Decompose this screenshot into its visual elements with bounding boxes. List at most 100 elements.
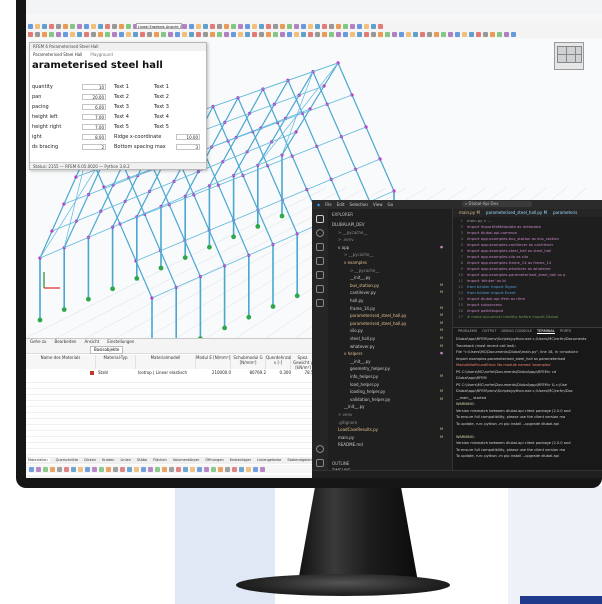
toolbar-button-icon[interactable]	[511, 31, 516, 37]
toolbar-button-icon[interactable]	[238, 31, 243, 37]
tab-parameterised-steel-hall[interactable]: Parameterised Steel Hall	[33, 51, 82, 58]
toolbar-button-icon[interactable]	[120, 466, 125, 472]
toolbar-button-icon[interactable]	[294, 23, 299, 29]
explorer-item[interactable]: v app ●	[338, 244, 443, 251]
toolbar-button-icon[interactable]	[266, 23, 271, 29]
editor-tab[interactable]: parameteris	[553, 210, 577, 215]
toolbar-button-icon[interactable]	[49, 23, 54, 29]
toolbar-button-icon[interactable]	[196, 31, 201, 37]
explorer-item[interactable]: > venv	[338, 411, 352, 418]
table-cell[interactable]: 0.300	[268, 370, 291, 376]
toolbar-button-icon[interactable]	[462, 31, 467, 37]
toolbar-button-icon[interactable]	[63, 31, 68, 37]
toolbar-button-icon[interactable]	[70, 31, 75, 37]
vscode-terminal[interactable]: PROBLEMS OUTPUT DEBUG CONSOLE TERMINAL PORTS…	[453, 327, 602, 471]
explorer-item[interactable]: parameterised_steel_hall.py M	[350, 312, 443, 319]
source-control-icon[interactable]	[316, 243, 324, 251]
table-tab[interactable]: Linien	[120, 458, 131, 462]
toolbar-button-icon[interactable]	[155, 466, 160, 472]
extensions-icon[interactable]	[316, 271, 324, 279]
load-case-dropdown[interactable]: Lineal Ergebnis Ansicht (Graph 1)	[136, 23, 182, 29]
toolbar-button-icon[interactable]	[392, 31, 397, 37]
toolbar-button-icon[interactable]	[329, 31, 334, 37]
explorer-item[interactable]: validation_helper.py M	[350, 396, 443, 403]
table-column-header[interactable]: Querdehnzahl ν [-]	[266, 355, 294, 369]
toolbar-button-icon[interactable]	[161, 31, 166, 37]
explorer-item[interactable]: whatever.py M	[350, 343, 443, 350]
toolbar-button-icon[interactable]	[378, 23, 383, 29]
toolbar-button-icon[interactable]	[357, 31, 362, 37]
table-cell[interactable]: 80769.2	[233, 370, 266, 376]
toolbar-button-icon[interactable]	[246, 466, 251, 472]
toolbar-button-icon[interactable]	[176, 466, 181, 472]
parameter-input[interactable]: 7.00	[82, 124, 106, 130]
table-tab[interactable]: Volumenkörper	[173, 458, 200, 462]
toolbar-button-icon[interactable]	[448, 31, 453, 37]
explorer-item[interactable]: cantilever.py M	[350, 289, 443, 296]
toolbar-button-icon[interactable]	[225, 466, 230, 472]
toolbar-button-icon[interactable]	[183, 466, 188, 472]
toolbar-button-icon[interactable]	[84, 31, 89, 37]
parameter-input[interactable]: 10	[82, 84, 106, 90]
toolbar-button-icon[interactable]	[42, 23, 47, 29]
toolbar-button-icon[interactable]	[308, 31, 313, 37]
table-dropdown[interactable]: Basisobjekte	[90, 346, 124, 354]
explorer-item[interactable]: parameterised_steel_hall.py M	[350, 320, 443, 327]
toolbar-button-icon[interactable]	[336, 31, 341, 37]
terminal-tab[interactable]: TERMINAL	[537, 329, 555, 334]
toolbar-button-icon[interactable]	[322, 31, 327, 37]
explorer-item[interactable]: frame_14.py M	[350, 305, 443, 312]
toolbar-button-icon[interactable]	[91, 23, 96, 29]
terminal-tab[interactable]: PROBLEMS	[458, 329, 477, 333]
explorer-icon[interactable]	[316, 215, 324, 223]
toolbar-button-icon[interactable]	[308, 23, 313, 29]
parameter-input[interactable]: 2	[82, 144, 106, 150]
terminal-tab[interactable]: DEBUG CONSOLE	[501, 329, 532, 333]
toolbar-button-icon[interactable]	[49, 31, 54, 37]
toolbar-button-icon[interactable]	[357, 23, 362, 29]
toolbar-button-icon[interactable]	[127, 466, 132, 472]
toolbar-button-icon[interactable]	[301, 31, 306, 37]
toolbar-button-icon[interactable]	[77, 31, 82, 37]
toolbar-button-icon[interactable]	[211, 466, 216, 472]
explorer-item[interactable]: main.py M	[338, 434, 443, 441]
toolbar-button-icon[interactable]	[252, 23, 257, 29]
toolbar-button-icon[interactable]	[28, 31, 33, 37]
toolbar-button-icon[interactable]	[259, 31, 264, 37]
table-tab[interactable]: Flächen	[153, 458, 167, 462]
toolbar-button-icon[interactable]	[105, 23, 110, 29]
table-cell[interactable]: 210000.0	[198, 370, 231, 376]
toolbar-button-icon[interactable]	[280, 23, 285, 29]
table-column-header[interactable]: Materialmodell	[136, 355, 196, 369]
explorer-item[interactable]: info_helper.py M	[350, 373, 443, 380]
toolbar-button-icon[interactable]	[231, 23, 236, 29]
explorer-item[interactable]: bus_station.py M	[350, 282, 443, 289]
parameter-input[interactable]: 8.00	[82, 134, 106, 140]
account-icon[interactable]	[316, 445, 324, 453]
toolbar-button-icon[interactable]	[189, 23, 194, 29]
toolbar-button-icon[interactable]	[217, 23, 222, 29]
toolbar-button-icon[interactable]	[85, 466, 90, 472]
toolbar-button-icon[interactable]	[98, 31, 103, 37]
explorer-item[interactable]: geometry_helper.py	[350, 365, 390, 372]
toolbar-button-icon[interactable]	[350, 31, 355, 37]
toolbar-button-icon[interactable]	[231, 31, 236, 37]
toolbar-button-icon[interactable]	[287, 23, 292, 29]
toolbar-button-icon[interactable]	[385, 31, 390, 37]
table-column-header[interactable]: Name des Materials	[26, 355, 96, 369]
toolbar-button-icon[interactable]	[36, 466, 41, 472]
editor-tab[interactable]: parameterised_steel_hall.py M	[486, 210, 547, 215]
toolbar-button-icon[interactable]	[260, 466, 265, 472]
vscode-menu-item[interactable]: Edit	[337, 202, 345, 207]
explorer-item[interactable]: .gitignore	[338, 419, 357, 426]
vscode-menu-item[interactable]: View	[373, 202, 383, 207]
table-column-header[interactable]: Schubmodul G [N/mm²]	[231, 355, 266, 369]
toolbar-button-icon[interactable]	[56, 31, 61, 37]
table-tab[interactable]: Liniengelenke	[257, 458, 281, 462]
toolbar-button-icon[interactable]	[490, 31, 495, 37]
toolbar-button-icon[interactable]	[245, 23, 250, 29]
toolbar-button-icon[interactable]	[29, 466, 34, 472]
parameter-input[interactable]: 7.00	[82, 114, 106, 120]
outline-section[interactable]: OUTLINE	[332, 460, 349, 467]
toolbar-button-icon[interactable]	[140, 31, 145, 37]
